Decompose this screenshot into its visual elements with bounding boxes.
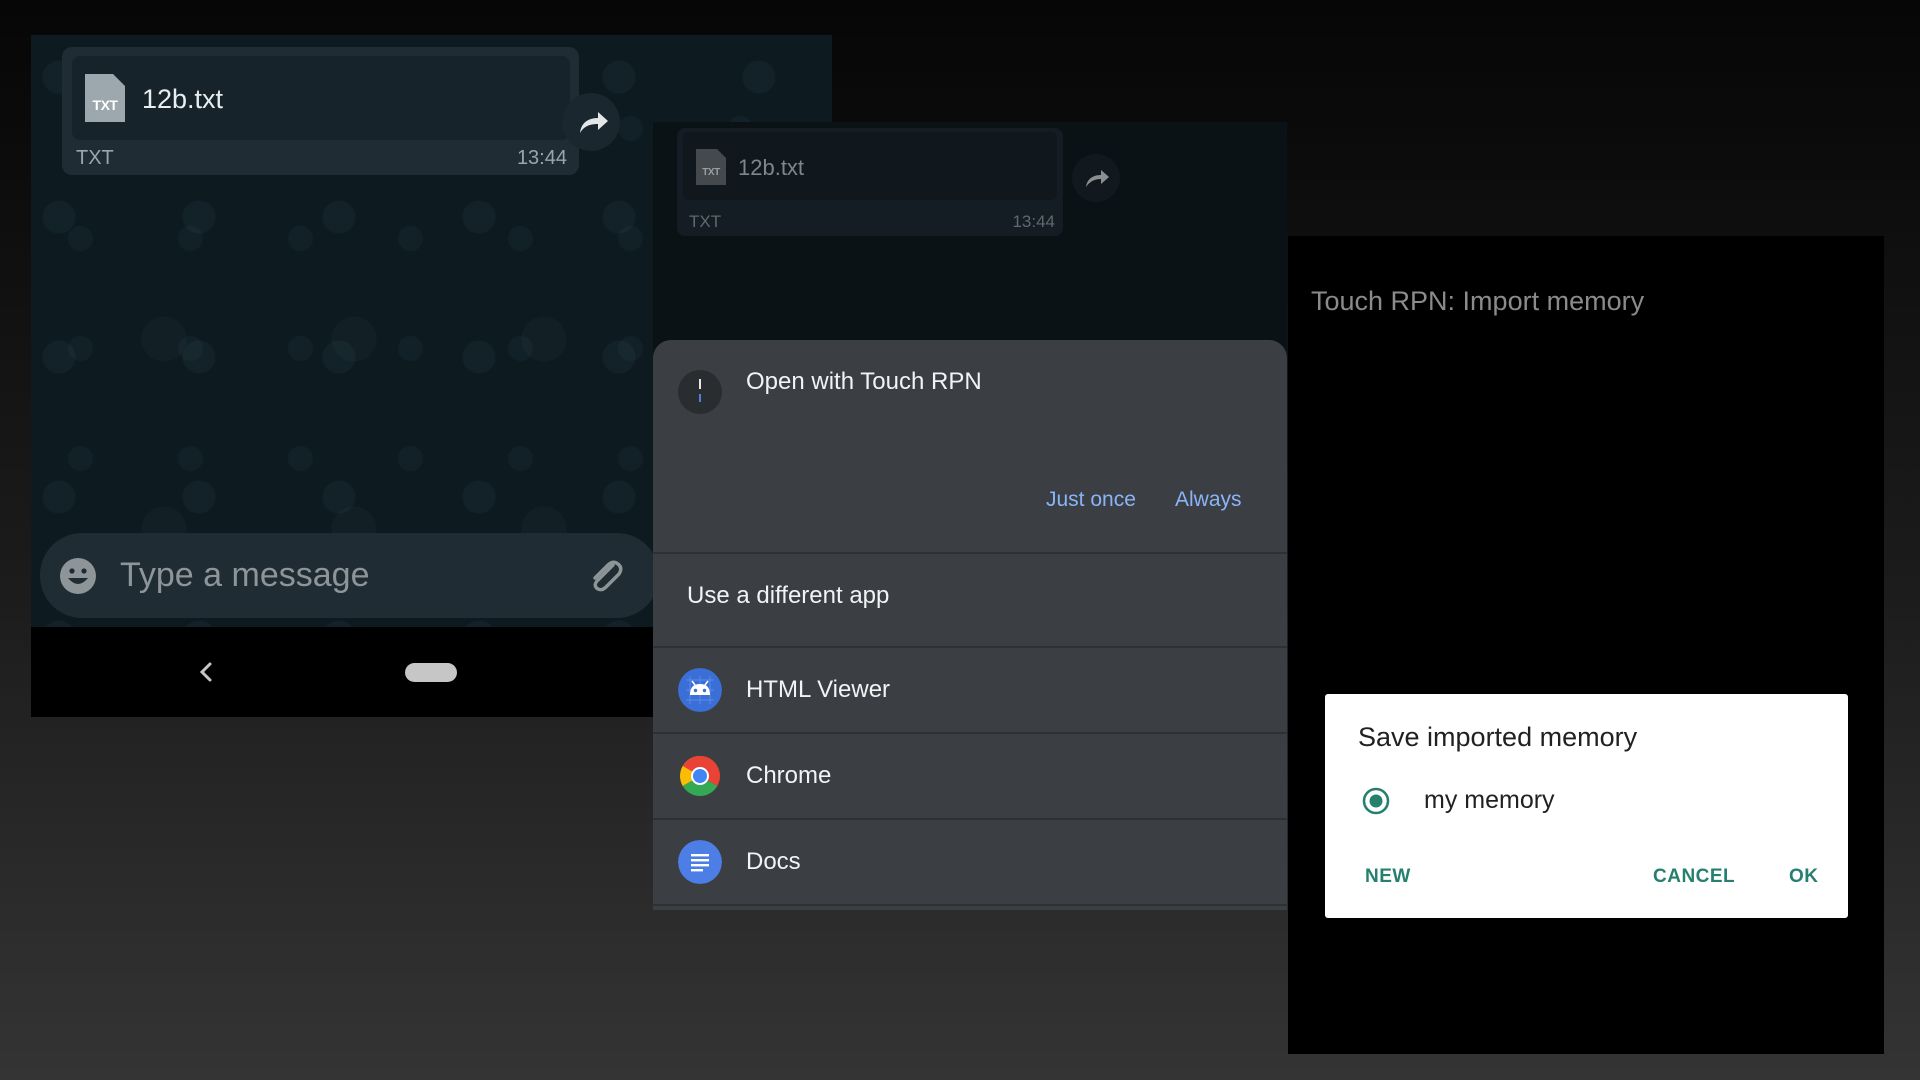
file-name: 12b.txt — [142, 84, 224, 114]
open-with-title: Open with Touch RPN — [746, 368, 982, 395]
touch-rpn-panel: Touch RPN: Import memory Save imported m… — [1288, 236, 1884, 1054]
message-time: 13:44 — [516, 147, 567, 169]
dialog-title: Save imported memory — [1358, 722, 1638, 752]
open-with-panel: TXT 12b.txt TXT 13:44 Open with Touch RP… — [653, 122, 1287, 910]
open-with-sheet: Open with Touch RPN Just once Always Use… — [653, 340, 1287, 910]
divider — [653, 552, 1287, 554]
docs-icon — [678, 840, 722, 884]
message-time: 13:44 — [1012, 212, 1055, 231]
back-icon[interactable] — [191, 652, 221, 692]
app-name: HTML Viewer — [746, 676, 891, 703]
txt-badge-label: TXT — [92, 97, 118, 113]
memory-option-label[interactable]: my memory — [1424, 786, 1555, 815]
new-button[interactable]: NEW — [1365, 866, 1411, 888]
app-option-chrome[interactable]: Chrome — [653, 734, 1287, 818]
file-type-label: TXT — [689, 212, 722, 231]
radio-selected-icon[interactable] — [1361, 786, 1391, 816]
dimmed-file-attachment: TXT 12b.txt — [683, 132, 1057, 200]
txt-file-icon: TXT — [85, 74, 125, 122]
divider — [653, 904, 1287, 906]
dimmed-file-bubble: TXT 12b.txt TXT 13:44 — [677, 128, 1063, 236]
touch-rpn-app-icon — [678, 370, 722, 414]
cancel-button[interactable]: CANCEL — [1653, 866, 1735, 888]
save-memory-dialog: Save imported memory my memory NEW CANCE… — [1325, 694, 1848, 918]
app-title: Touch RPN: Import memory — [1311, 286, 1645, 316]
file-attachment[interactable]: TXT 12b.txt — [72, 56, 570, 140]
message-input[interactable] — [120, 555, 540, 595]
forward-button — [1072, 154, 1120, 202]
file-name: 12b.txt — [738, 155, 805, 180]
message-input-bar — [40, 533, 659, 618]
forward-button[interactable] — [562, 93, 620, 151]
dimmed-chat-background: TXT 12b.txt TXT 13:44 — [653, 122, 1287, 352]
emoji-icon[interactable] — [58, 556, 98, 596]
txt-file-icon: TXT — [696, 149, 726, 185]
file-type-label: TXT — [76, 147, 114, 169]
chrome-icon — [680, 756, 720, 796]
attach-icon[interactable] — [583, 553, 627, 597]
app-name: Chrome — [746, 762, 832, 789]
txt-badge-label: TXT — [702, 167, 720, 178]
always-button[interactable]: Always — [1175, 488, 1242, 512]
touch-rpn-icon — [699, 379, 701, 402]
forward-icon — [1086, 170, 1109, 187]
just-once-button[interactable]: Just once — [1046, 488, 1136, 512]
use-different-app-label: Use a different app — [687, 582, 890, 609]
app-option-html-viewer[interactable]: HTML Viewer — [653, 648, 1287, 732]
app-option-docs[interactable]: Docs — [653, 820, 1287, 904]
ok-button[interactable]: OK — [1789, 866, 1819, 888]
app-name: Docs — [746, 848, 801, 875]
file-message-bubble[interactable]: TXT 12b.txt TXT 13:44 — [62, 47, 579, 175]
home-pill[interactable] — [405, 663, 457, 682]
forward-icon — [580, 112, 608, 133]
android-icon — [678, 668, 722, 712]
